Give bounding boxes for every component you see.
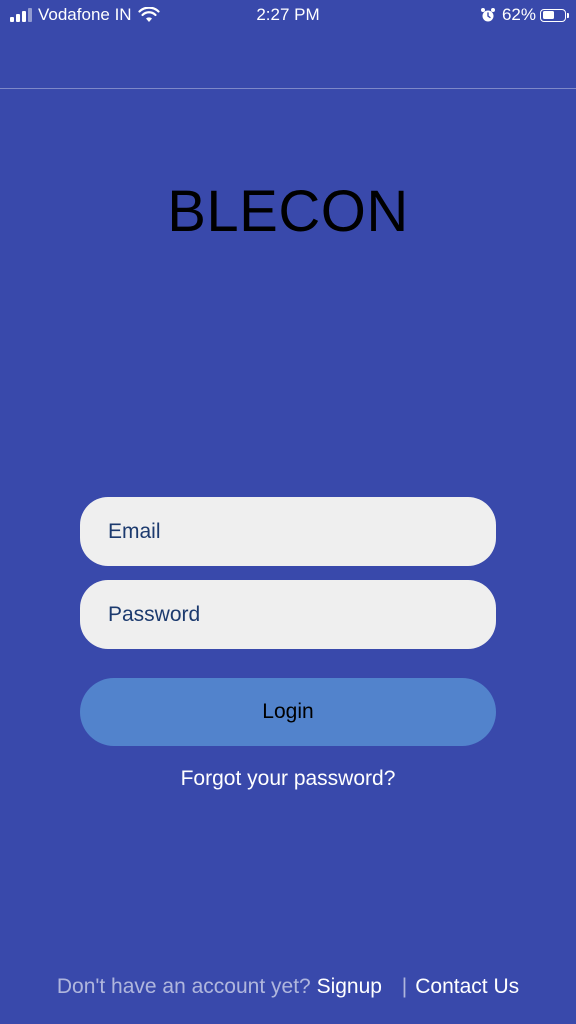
alarm-icon (480, 8, 495, 22)
contact-us-link[interactable]: Contact Us (415, 975, 519, 998)
app-logo: BLECON (167, 179, 409, 244)
forgot-password-link[interactable]: Forgot your password? (0, 767, 576, 791)
password-field[interactable] (80, 580, 496, 649)
battery-percent: 62% (501, 5, 536, 24)
header-divider (0, 88, 576, 89)
login-button[interactable]: Login (80, 678, 496, 746)
battery-cap (567, 12, 569, 18)
battery-fill (542, 11, 555, 19)
footer-separator: | (401, 975, 408, 998)
signup-link[interactable]: Signup (317, 975, 382, 998)
footer: Don't have an account yet? Signup | Conta… (0, 975, 576, 999)
signup-prompt: Don't have an account yet? (56, 975, 311, 998)
email-field[interactable] (80, 497, 496, 566)
status-bar: Vodafone IN 2:27 PM 62% (0, 0, 576, 30)
status-right: 62% (480, 5, 569, 25)
battery-icon (540, 8, 569, 22)
